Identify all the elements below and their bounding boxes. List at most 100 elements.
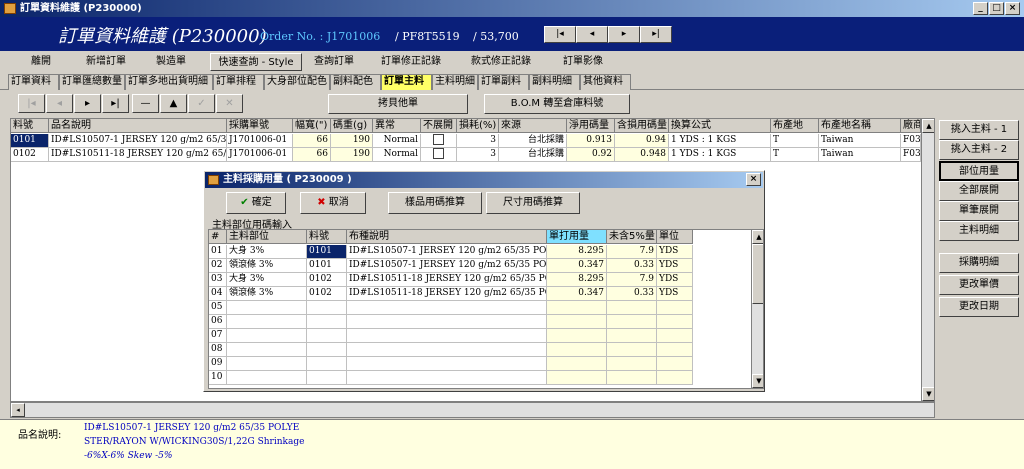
usage-cell[interactable] [347,357,547,371]
menu-manufacture-order[interactable]: 製造單 [142,53,200,71]
prev-record-button[interactable]: ◂ [46,94,73,113]
table-row-cell[interactable]: 3 [457,148,499,162]
col-header-item-no[interactable]: 料號 [11,119,49,133]
dialog-scroll-up[interactable]: ▲ [752,230,763,244]
change-price-button[interactable]: 更改單價 [939,275,1019,295]
table-row-cell[interactable]: 66 [293,134,331,148]
maximize-button[interactable]: □ [989,2,1004,15]
usage-cell[interactable]: 0.33 [607,259,657,273]
record-prev-button[interactable]: ◂ [576,26,608,43]
table-row-cell[interactable]: 0101 [11,134,49,148]
usage-cell[interactable] [307,301,347,315]
usage-cell[interactable] [547,301,607,315]
table-row-cell[interactable]: 0102 [11,148,49,162]
usage-cell[interactable] [227,343,307,357]
usage-cell[interactable] [607,301,657,315]
usage-cell[interactable] [307,329,347,343]
dialog-close-button[interactable]: × [746,173,761,186]
menu-order-revision[interactable]: 訂單修正記錄 [370,53,452,71]
usage-cell[interactable]: YDS [657,259,693,273]
usage-cell[interactable] [347,315,547,329]
usage-cell[interactable] [607,357,657,371]
usage-cell[interactable]: YDS [657,287,693,301]
usage-cell[interactable]: 大身 3% [227,245,307,259]
table-row-cell[interactable]: F032 [901,134,921,148]
record-first-button[interactable]: |◂ [544,26,576,43]
tab-order-data[interactable]: 訂單資料 [8,74,59,90]
col-header-source[interactable]: 來源 [499,119,567,133]
usage-cell[interactable] [307,357,347,371]
col-header-conversion[interactable]: 換算公式 [669,119,771,133]
table-row-cell[interactable]: 0.948 [615,148,669,162]
usage-cell[interactable]: 0102 [307,273,347,287]
record-next-button[interactable]: ▸ [608,26,640,43]
col-header-excl-5pct[interactable]: 未含5%量 [607,230,657,244]
cancel-record-button[interactable]: ✕ [216,94,243,113]
pick-fabric-1-button[interactable]: 挑入主料 - 1 [939,120,1019,140]
usage-cell[interactable] [607,315,657,329]
usage-cell[interactable] [657,371,693,385]
usage-cell[interactable] [347,301,547,315]
menu-query-order[interactable]: 查詢訂單 [306,53,362,71]
usage-cell[interactable] [347,371,547,385]
col-header-part[interactable]: 主料部位 [227,230,307,244]
tab-fabric-detail[interactable]: 主料明細 [432,74,478,90]
usage-cell[interactable]: YDS [657,273,693,287]
usage-cell[interactable] [607,343,657,357]
expand-single-button[interactable]: 單筆展開 [939,201,1019,221]
menu-new-order[interactable]: 新增訂單 [76,53,136,71]
col-header-gross-usage[interactable]: 含損用碼量 [615,119,669,133]
usage-cell[interactable] [547,357,607,371]
col-header-width[interactable]: 幅寬(") [293,119,331,133]
dialog-scroll-thumb[interactable] [752,244,763,304]
col-header-item[interactable]: 料號 [307,230,347,244]
no-expand-checkbox[interactable] [421,148,457,162]
record-last-button[interactable]: ▸| [640,26,672,43]
menu-order-image[interactable]: 訂單影像 [550,53,616,71]
part-usage-button[interactable]: 部位用量 [939,161,1019,181]
tab-accessory-detail[interactable]: 副料明細 [529,74,580,90]
usage-cell[interactable]: YDS [657,245,693,259]
col-header-vendor[interactable]: 廠商 [901,119,921,133]
usage-cell[interactable] [227,371,307,385]
usage-cell[interactable]: 7.9 [607,245,657,259]
col-header-origin[interactable]: 布產地 [771,119,819,133]
table-row-cell[interactable]: Normal [373,134,421,148]
tab-other-data[interactable]: 其他資料 [580,74,631,90]
usage-cell[interactable] [657,357,693,371]
table-row-cell[interactable]: F032 [901,148,921,162]
usage-cell[interactable]: 領滾條 3% [227,287,307,301]
table-row-cell[interactable]: Taiwan [819,148,901,162]
usage-cell[interactable] [657,343,693,357]
confirm-button[interactable]: ✔ 確定 [226,192,286,214]
usage-cell[interactable] [657,329,693,343]
col-header-unit[interactable]: 單位 [657,230,693,244]
usage-cell[interactable] [547,343,607,357]
table-row-cell[interactable]: 1 YDS : 1 KGS [669,134,771,148]
table-row-cell[interactable]: T [771,134,819,148]
expand-all-button[interactable]: 全部展開 [939,181,1019,201]
usage-cell[interactable] [347,329,547,343]
table-row-cell[interactable]: Taiwan [819,134,901,148]
save-record-button[interactable]: ✓ [188,94,215,113]
table-row-cell[interactable]: Normal [373,148,421,162]
usage-cell[interactable] [657,301,693,315]
table-row-cell[interactable]: 0.94 [615,134,669,148]
col-header-num[interactable]: # [209,230,227,244]
col-header-abnormal[interactable]: 異常 [373,119,421,133]
grid-vertical-scrollbar[interactable]: ▲ ▼ [921,119,934,401]
usage-cell[interactable] [307,315,347,329]
menu-exit[interactable]: 離開 [18,53,64,71]
usage-cell[interactable]: ID#LS10507-1 JERSEY 120 g/m2 65/35 POLYE [347,259,547,273]
tab-multi-shipment[interactable]: 訂單多地出貨明細 [125,74,213,90]
usage-cell[interactable] [547,371,607,385]
table-row-cell[interactable]: 3 [457,134,499,148]
table-row-cell[interactable]: 0.92 [567,148,615,162]
col-header-loss[interactable]: 損耗(%) [457,119,499,133]
col-header-description[interactable]: 品名說明 [49,119,227,133]
col-header-weight[interactable]: 碼重(g) [331,119,373,133]
tab-accessory-color[interactable]: 副料配色 [330,74,381,90]
tab-body-color[interactable]: 大身部位配色 [264,74,330,90]
table-row-cell[interactable]: 台北採購 [499,134,567,148]
usage-cell[interactable]: 0.347 [547,259,607,273]
